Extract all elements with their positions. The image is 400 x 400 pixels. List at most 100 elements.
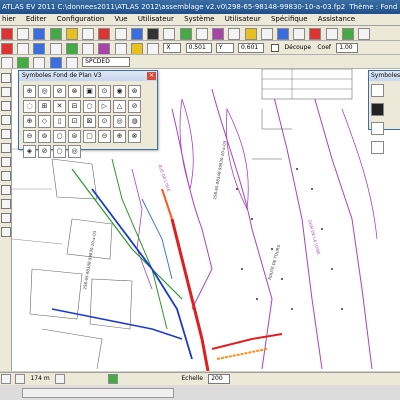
copy-icon[interactable] <box>130 43 143 54</box>
save-icon[interactable] <box>17 28 30 40</box>
info-icon[interactable] <box>276 28 289 40</box>
palette-symbol[interactable]: ⊕ <box>113 130 126 143</box>
menu-editer[interactable]: Editer <box>24 14 53 25</box>
coef-input[interactable]: 1.00 <box>336 43 359 53</box>
left-tool-6[interactable] <box>1 143 11 153</box>
undo-icon[interactable] <box>114 28 127 40</box>
first-page-icon[interactable] <box>1 374 11 384</box>
palette-symbol[interactable]: ⊞ <box>38 100 51 113</box>
palette-symbol[interactable]: ⊘ <box>128 100 141 113</box>
arrow-icon[interactable] <box>1 57 13 68</box>
symbol-palette-right[interactable]: Symboles Fo... <box>368 70 400 154</box>
layer-visible-icon[interactable] <box>17 57 30 68</box>
palette-symbol[interactable]: ⊘ <box>53 85 66 98</box>
left-tool-8[interactable] <box>1 171 11 181</box>
palette-title-bar[interactable]: Symboles Fond de Plan V3 ✕ <box>19 71 157 81</box>
help-icon[interactable] <box>358 28 371 40</box>
decoupe-checkbox[interactable] <box>271 44 280 52</box>
layers-icon[interactable] <box>49 28 62 40</box>
move-icon[interactable] <box>147 43 160 54</box>
coord-y-input[interactable]: 0.601 <box>238 43 265 53</box>
redo-icon[interactable] <box>130 28 143 40</box>
palette-right-symbol-4[interactable] <box>371 141 384 154</box>
left-tool-1[interactable] <box>1 73 11 83</box>
palette-symbol[interactable]: ⊗ <box>68 85 81 98</box>
palette-symbol[interactable]: ⊡ <box>68 115 81 128</box>
delete-icon[interactable] <box>98 28 111 40</box>
palette-symbol[interactable]: ⊘ <box>38 145 51 158</box>
layer-style-icon[interactable] <box>65 57 78 68</box>
palette-symbol[interactable]: ⊝ <box>98 130 111 143</box>
palette-symbol[interactable]: ⊜ <box>68 130 81 143</box>
stop-icon[interactable] <box>309 28 322 40</box>
menu-utilisateur-2[interactable]: Utilisateur <box>223 14 267 25</box>
left-tool-10[interactable] <box>1 199 11 209</box>
palette-symbol[interactable]: ○ <box>83 100 96 113</box>
grid-icon[interactable] <box>228 28 241 40</box>
select-icon[interactable] <box>195 28 208 40</box>
zoom-in-icon[interactable] <box>147 28 160 40</box>
palette-symbol[interactable]: ⊟ <box>68 100 81 113</box>
layer-select[interactable]: SPCDED <box>82 57 131 67</box>
palette-symbol[interactable]: ◈ <box>23 145 36 158</box>
left-tool-9[interactable] <box>1 185 11 195</box>
palette-symbol[interactable]: ▷ <box>98 100 111 113</box>
coord-x-input[interactable]: 0.501 <box>185 43 212 53</box>
export-icon[interactable] <box>325 28 338 40</box>
menu-vue[interactable]: Vue <box>113 14 134 25</box>
palette-right-symbol-1[interactable] <box>371 84 384 97</box>
prev-page-icon[interactable] <box>15 374 26 384</box>
menu-configuration[interactable]: Configuration <box>55 14 110 25</box>
layer-color-icon[interactable] <box>49 57 62 68</box>
palette-symbol[interactable]: ◎ <box>38 85 51 98</box>
palette-symbol[interactable]: ⊛ <box>128 85 141 98</box>
palette-symbol[interactable]: ⊚ <box>38 130 51 143</box>
menu-assistance[interactable]: Assistance <box>316 14 361 25</box>
folder-icon[interactable] <box>65 28 78 40</box>
close-icon[interactable]: ✕ <box>147 72 156 80</box>
menu-fichier[interactable]: hier <box>0 14 22 25</box>
symbol-palette[interactable]: Symboles Fond de Plan V3 ✕ ⊕ ◎ ⊘ ⊗ ▣ ⊙ ◉ ⊛◌ ⊞ ✕ ⊟ ○… <box>18 70 158 158</box>
left-tool-12[interactable] <box>1 227 11 237</box>
palette-symbol[interactable]: ◉ <box>113 85 126 98</box>
palette-symbol[interactable]: △ <box>113 100 126 113</box>
pencil-icon[interactable] <box>1 43 13 54</box>
palette-symbol[interactable]: ◇ <box>38 115 51 128</box>
palette-symbol[interactable]: ◎ <box>68 145 81 158</box>
text-icon[interactable] <box>293 28 306 40</box>
symbol-icon[interactable] <box>98 43 111 54</box>
palette-symbol[interactable]: ⊙ <box>98 85 111 98</box>
refresh-icon[interactable] <box>260 28 273 40</box>
left-tool-5[interactable] <box>1 129 11 139</box>
zoom-out-icon[interactable] <box>163 28 176 40</box>
menu-utilisateur[interactable]: Utilisateur <box>136 14 180 25</box>
circle-icon[interactable] <box>65 43 78 54</box>
measure-icon[interactable] <box>212 28 225 40</box>
menu-specifique[interactable]: Spécifique <box>269 14 314 25</box>
layer-toggle-icon[interactable] <box>108 374 119 384</box>
left-tool-4[interactable] <box>1 115 11 125</box>
scrollbar-thumb[interactable] <box>22 388 174 398</box>
palette-symbol[interactable]: ⊙ <box>98 115 111 128</box>
left-tool-11[interactable] <box>1 213 11 223</box>
layer-lock-icon[interactable] <box>33 57 46 68</box>
hatch-icon[interactable] <box>114 43 127 54</box>
palette-symbol[interactable]: ◍ <box>128 115 141 128</box>
palette-symbol[interactable]: ◌ <box>23 100 36 113</box>
palette-symbol[interactable]: ⊠ <box>83 115 96 128</box>
snap-icon[interactable] <box>244 28 257 40</box>
palette-symbol[interactable]: ⊖ <box>23 130 36 143</box>
polyline-icon[interactable] <box>33 43 46 54</box>
palette-symbol[interactable]: ▢ <box>83 130 96 143</box>
palette-right-symbol-3[interactable] <box>371 122 384 135</box>
palette-symbol[interactable]: ⊕ <box>23 115 36 128</box>
arc-icon[interactable] <box>49 43 62 54</box>
left-tool-3[interactable] <box>1 101 11 111</box>
next-page-icon[interactable] <box>54 374 65 384</box>
palette-symbol[interactable]: ○ <box>53 130 66 143</box>
palette-symbol[interactable]: ✕ <box>53 100 66 113</box>
print-icon[interactable] <box>33 28 46 40</box>
left-tool-2[interactable] <box>1 87 11 97</box>
cut-icon[interactable] <box>82 28 95 40</box>
import-icon[interactable] <box>341 28 354 40</box>
